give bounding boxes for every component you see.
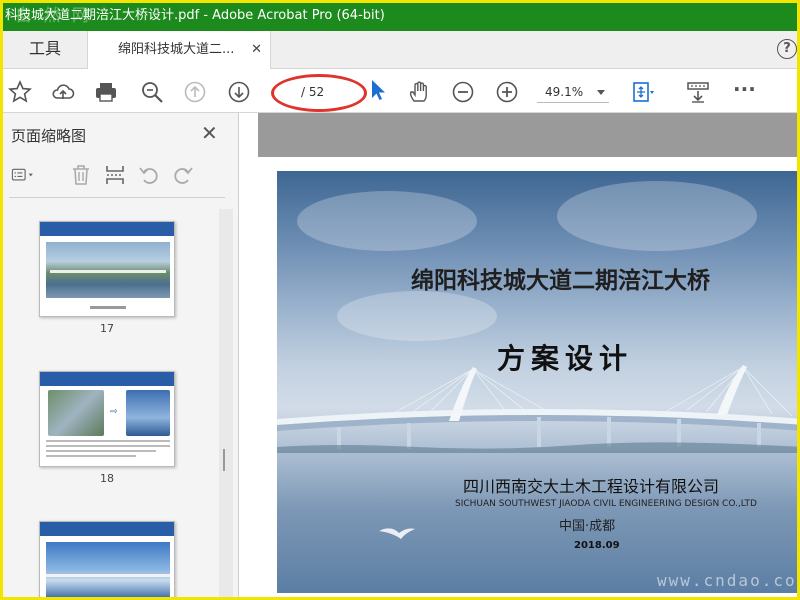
tab-bar: 工具 绵阳科技城大道二... ✕ ?	[3, 31, 797, 70]
company-name-en: SICHUAN SOUTHWEST JIAODA CIVIL ENGINEERI…	[455, 499, 757, 509]
page-thumbnail[interactable]	[39, 221, 175, 317]
document-title: 绵阳科技城大道二期涪江大桥	[411, 268, 710, 294]
document-viewer[interactable]: 绵阳科技城大道二期涪江大桥 方案设计 四川西南交大土木工程设计有限公司 SICH…	[240, 113, 797, 597]
previous-page-icon[interactable]	[182, 79, 208, 105]
thumbnail-label: 18	[100, 472, 114, 485]
zoom-out-icon[interactable]	[450, 79, 476, 105]
delete-page-icon[interactable]	[69, 163, 95, 189]
window-title: 科技城大道二期涪江大桥设计.pdf - Adobe Acrobat Pro (6…	[5, 8, 385, 23]
main-toolbar: / 52 49.1% ···	[3, 69, 797, 113]
document-page[interactable]: 绵阳科技城大道二期涪江大桥 方案设计 四川西南交大土木工程设计有限公司 SICH…	[277, 171, 797, 593]
zoom-value: 49.1%	[545, 85, 584, 99]
document-subtitle: 方案设计	[497, 342, 634, 375]
panel-divider	[9, 197, 225, 198]
watermark-bottom: www.cndao.com	[657, 571, 800, 590]
document-city: 中国·成都	[559, 519, 616, 534]
thumbnail-label: 17	[100, 322, 114, 335]
window-titlebar: 科技城大道二期涪江大桥设计.pdf - Adobe Acrobat Pro (6…	[3, 3, 797, 31]
chevron-down-icon	[597, 90, 605, 95]
star-icon[interactable]	[7, 79, 33, 105]
insert-page-icon[interactable]	[103, 163, 129, 189]
tab-document-label: 绵阳科技城大道二...	[118, 42, 235, 57]
document-date: 2018.09	[574, 540, 620, 551]
next-page-icon[interactable]	[226, 79, 252, 105]
thumbnail-options-icon[interactable]	[11, 163, 37, 189]
thumbnail-panel: 页面缩略图 ✕ 17 ⇨ 18	[3, 113, 239, 597]
zoom-dropdown[interactable]: 49.1%	[537, 81, 609, 103]
sky-cloud	[557, 181, 757, 251]
tab-document[interactable]: 绵阳科技城大道二... ✕	[87, 31, 271, 70]
scrollbar-grip[interactable]	[223, 449, 225, 471]
undo-icon[interactable]	[137, 163, 163, 189]
previous-page-edge	[258, 113, 797, 157]
zoom-search-icon[interactable]	[139, 79, 165, 105]
panel-title: 页面缩略图	[11, 127, 87, 145]
more-options-icon[interactable]: ···	[733, 79, 759, 105]
sky-cloud	[297, 191, 477, 251]
help-icon[interactable]: ?	[777, 39, 797, 59]
close-tab-icon[interactable]: ✕	[251, 31, 262, 69]
cloud-upload-icon[interactable]	[50, 79, 76, 105]
read-mode-icon[interactable]	[685, 79, 711, 105]
select-cursor-icon[interactable]	[367, 77, 393, 103]
highlight-oval	[271, 74, 367, 112]
fit-page-icon[interactable]	[629, 79, 655, 105]
page-thumbnail[interactable]	[39, 521, 175, 597]
bird-decoration	[379, 528, 415, 539]
close-panel-icon[interactable]: ✕	[201, 121, 218, 145]
page-thumbnail[interactable]: ⇨	[39, 371, 175, 467]
hand-tool-icon[interactable]	[406, 79, 432, 105]
app-window: 科技城大道二期涪江大桥设计.pdf - Adobe Acrobat Pro (6…	[0, 0, 800, 600]
tab-tools[interactable]: 工具	[3, 31, 87, 69]
redo-icon[interactable]	[171, 163, 197, 189]
sky-cloud	[337, 291, 497, 341]
print-icon[interactable]	[93, 79, 119, 105]
thumbnail-list: 17 ⇨ 18	[3, 209, 229, 597]
panel-toolbar	[3, 159, 239, 193]
company-name-cn: 四川西南交大土木工程设计有限公司	[463, 477, 720, 496]
zoom-in-icon[interactable]	[494, 79, 520, 105]
thumbnail-scrollbar[interactable]	[219, 209, 233, 597]
bridge-illustration	[277, 365, 797, 453]
